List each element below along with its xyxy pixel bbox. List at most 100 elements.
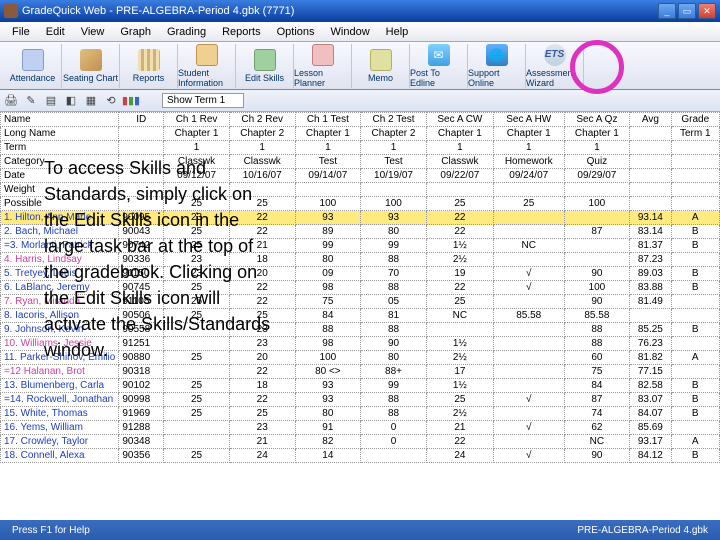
grade-cell[interactable]: 88: [361, 253, 427, 267]
maximize-button[interactable]: ▭: [678, 3, 696, 19]
grade-cell[interactable]: B: [671, 407, 719, 421]
grade-cell[interactable]: 90: [361, 337, 427, 351]
student-name[interactable]: 11. Parker-Shinov, Emilio: [1, 351, 119, 365]
student-id[interactable]: 90880: [119, 351, 164, 365]
grade-cell[interactable]: 83.88: [630, 281, 671, 295]
meta-cell[interactable]: [164, 183, 230, 197]
menu-reports[interactable]: Reports: [214, 24, 269, 40]
grade-cell[interactable]: 22: [229, 281, 295, 295]
student-id[interactable]: 90043: [119, 225, 164, 239]
menu-file[interactable]: File: [4, 24, 38, 40]
grade-cell[interactable]: 25: [164, 309, 230, 323]
grade-cell[interactable]: 2½: [426, 253, 493, 267]
table-row[interactable]: 15. White, Thomas91969252580882½7484.07B: [1, 407, 720, 421]
term-selector[interactable]: Show Term 1: [162, 93, 244, 108]
grade-cell[interactable]: 21: [229, 239, 295, 253]
menu-edit[interactable]: Edit: [38, 24, 73, 40]
meta-cell[interactable]: Classwk: [229, 155, 295, 169]
grade-cell[interactable]: [671, 295, 719, 309]
grade-cell[interactable]: 18: [229, 253, 295, 267]
grade-cell[interactable]: 19: [426, 267, 493, 281]
grade-cell[interactable]: 25: [164, 379, 230, 393]
grade-cell[interactable]: [671, 337, 719, 351]
grade-cell[interactable]: 80: [361, 225, 427, 239]
menu-help[interactable]: Help: [378, 24, 417, 40]
student-id[interactable]: 90318: [119, 365, 164, 379]
grade-cell[interactable]: 25: [164, 393, 230, 407]
support-online-button[interactable]: 🌐Support Online: [468, 44, 526, 88]
meta-cell[interactable]: 100: [564, 197, 630, 211]
table-row[interactable]: 18. Connell, Alexa9035625241424√9084.12B: [1, 449, 720, 463]
grade-cell[interactable]: 23: [164, 211, 230, 225]
student-id[interactable]: 91251: [119, 337, 164, 351]
lesson-planner-button[interactable]: Lesson Planner: [294, 44, 352, 88]
student-name[interactable]: 8. Iacoris, Allison: [1, 309, 119, 323]
grade-cell[interactable]: 88: [361, 281, 427, 295]
grade-cell[interactable]: 24: [229, 449, 295, 463]
grade-cell[interactable]: 80: [295, 253, 361, 267]
grade-cell[interactable]: 85.25: [630, 323, 671, 337]
grade-cell[interactable]: 84.12: [630, 449, 671, 463]
grade-cell[interactable]: 84: [295, 309, 361, 323]
grade-cell[interactable]: [493, 211, 564, 225]
menu-options[interactable]: Options: [269, 24, 323, 40]
grade-cell[interactable]: [671, 365, 719, 379]
grade-cell[interactable]: B: [671, 323, 719, 337]
grade-cell[interactable]: NC: [564, 435, 630, 449]
grade-cell[interactable]: B: [671, 393, 719, 407]
grade-cell[interactable]: 22: [426, 281, 493, 295]
grade-cell[interactable]: 88: [564, 337, 630, 351]
student-id[interactable]: 90506: [119, 309, 164, 323]
assessment-wizard-button[interactable]: ETSAssessment Wizard: [526, 44, 584, 88]
grade-cell[interactable]: 81.37: [630, 239, 671, 253]
grade-cell[interactable]: 25: [164, 295, 230, 309]
grade-cell[interactable]: 22: [229, 211, 295, 225]
grade-cell[interactable]: 18: [229, 379, 295, 393]
grade-cell[interactable]: 22: [229, 365, 295, 379]
meta-cell[interactable]: [426, 183, 493, 197]
close-button[interactable]: ✕: [698, 3, 716, 19]
grade-cell[interactable]: 2½: [426, 407, 493, 421]
grade-cell[interactable]: NC: [493, 239, 564, 253]
grade-cell[interactable]: 83.07: [630, 393, 671, 407]
student-name[interactable]: 7. Ryan, Miranda: [1, 295, 119, 309]
meta-cell[interactable]: [671, 169, 719, 183]
meta-cell[interactable]: [630, 197, 671, 211]
student-name[interactable]: 5. Tretyey, Louis: [1, 267, 119, 281]
col-header[interactable]: Grade: [671, 113, 719, 127]
grade-cell[interactable]: [493, 295, 564, 309]
table-row[interactable]: =3. Morlanti, Patrick90742252199991½NC81…: [1, 239, 720, 253]
col-header[interactable]: Ch 2 Rev: [229, 113, 295, 127]
grade-cell[interactable]: 25: [426, 295, 493, 309]
grade-cell[interactable]: 98: [295, 281, 361, 295]
grade-cell[interactable]: 25: [164, 281, 230, 295]
grade-cell[interactable]: 22: [229, 295, 295, 309]
grade-cell[interactable]: 1½: [426, 239, 493, 253]
meta-cell[interactable]: [630, 155, 671, 169]
grade-cell[interactable]: 25: [164, 407, 230, 421]
meta-cell[interactable]: [630, 169, 671, 183]
grade-cell[interactable]: [671, 253, 719, 267]
student-id[interactable]: 91105: [119, 295, 164, 309]
meta-cell[interactable]: [229, 183, 295, 197]
minimize-button[interactable]: _: [658, 3, 676, 19]
grade-cell[interactable]: [493, 365, 564, 379]
grade-cell[interactable]: [564, 253, 630, 267]
grade-cell[interactable]: 84: [564, 379, 630, 393]
grade-cell[interactable]: 85.58: [493, 309, 564, 323]
student-name[interactable]: 17. Crowley, Taylor: [1, 435, 119, 449]
meta-cell[interactable]: 10/16/07: [229, 169, 295, 183]
meta-cell[interactable]: Classwk: [164, 155, 230, 169]
menu-view[interactable]: View: [73, 24, 113, 40]
meta-cell[interactable]: Homework: [493, 155, 564, 169]
table-row[interactable]: 4. Harris, Lindsay90336231880882½87.23: [1, 253, 720, 267]
meta-cell[interactable]: [564, 183, 630, 197]
table-row[interactable]: 7. Ryan, Miranda9110525227505259081.49: [1, 295, 720, 309]
table-row[interactable]: 2. Bach, Michael9004325228980228783.14B: [1, 225, 720, 239]
meta-cell[interactable]: [295, 183, 361, 197]
col-header[interactable]: Name: [1, 113, 119, 127]
meta-cell[interactable]: [671, 155, 719, 169]
grade-cell[interactable]: 22: [426, 211, 493, 225]
meta-cell[interactable]: [493, 183, 564, 197]
grade-cell[interactable]: 88+: [361, 365, 427, 379]
